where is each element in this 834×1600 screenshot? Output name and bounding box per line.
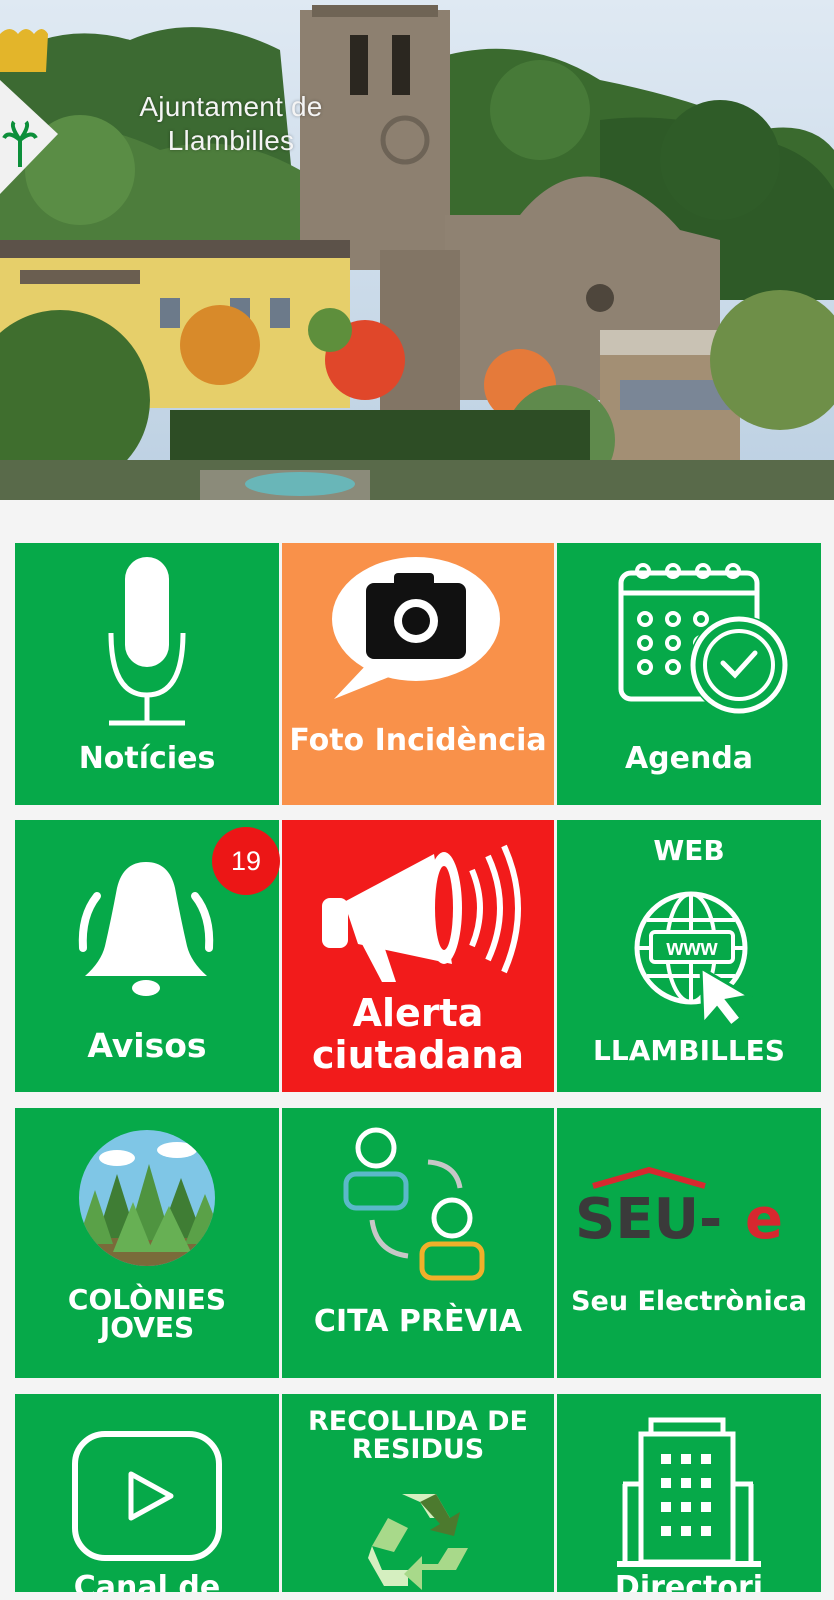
tile-agenda-label: Agenda [624, 741, 754, 776]
www-globe-cursor-icon: www [634, 891, 754, 1029]
app-title: Ajuntament de Llambilles [116, 90, 346, 158]
recollida-line-2: RESIDUS [351, 1434, 485, 1465]
tile-cita-previa[interactable]: CITA PRÈVIA [282, 1108, 554, 1378]
tile-avisos-label: Avisos [87, 1026, 207, 1065]
calendar-clock-icon [618, 563, 789, 715]
building-icon [617, 1417, 761, 1567]
bell-icon [78, 862, 214, 996]
microphone-icon [108, 557, 186, 726]
notification-badge: 19 [212, 827, 280, 895]
colonies-line-1: COLÒNIES [67, 1283, 227, 1316]
tile-alerta-ciutadana[interactable]: Alerta ciutadana [282, 820, 554, 1092]
tile-alerta-label: Alerta ciutadana [282, 992, 554, 1076]
tile-noticies-label: Notícies [78, 741, 216, 776]
village-church-photo [0, 0, 834, 500]
title-line-1: Ajuntament de [139, 91, 323, 122]
seu-logo-text: SEU- [575, 1187, 722, 1244]
colonies-line-2: JOVES [99, 1311, 195, 1344]
camera-speech-icon [332, 557, 500, 699]
people-exchange-icon [343, 1127, 485, 1281]
recollida-line-1: RECOLLIDA DE [307, 1406, 529, 1437]
play-video-icon [72, 1431, 222, 1561]
megaphone-icon [322, 844, 521, 982]
alerta-line-2: ciutadana [312, 1033, 524, 1077]
tile-cita-previa-label: CITA PRÈVIA [313, 1304, 523, 1339]
tile-directori[interactable]: Directori [557, 1394, 821, 1600]
tile-seu-electronica[interactable]: SEU- e Seu Electrònica [557, 1108, 821, 1378]
forest-icon [79, 1130, 215, 1266]
tile-web-bottom-label: LLAMBILLES [593, 1034, 785, 1067]
tile-canal[interactable]: Canal de [15, 1394, 279, 1600]
tile-seu-electronica-label: Seu Electrònica [571, 1286, 807, 1317]
tile-noticies[interactable]: Notícies [15, 543, 279, 805]
tile-foto-incidencia-label: Foto Incidència [289, 723, 547, 758]
bottom-edge [0, 1592, 834, 1600]
tile-web-llambilles[interactable]: WEB www LLAMBILLES [557, 820, 821, 1092]
www-text: www [665, 935, 718, 960]
tile-foto-incidencia[interactable]: Foto Incidència [282, 543, 554, 805]
tile-agenda[interactable]: Agenda [557, 543, 821, 805]
coat-of-arms-icon [0, 29, 58, 194]
alerta-line-1: Alerta [352, 991, 484, 1035]
tile-recollida-residus[interactable]: RECOLLIDA DE RESIDUS [282, 1394, 554, 1600]
tile-colonies-joves[interactable]: COLÒNIES JOVES [15, 1108, 279, 1378]
recycle-icon [368, 1494, 468, 1590]
seu-e-logo: SEU- e [575, 1166, 783, 1244]
tile-web-top-label: WEB [653, 834, 725, 867]
tile-colonies-label: COLÒNIES JOVES [15, 1286, 279, 1342]
seu-logo-e: e [745, 1187, 783, 1244]
header-photo: Ajuntament de Llambilles [0, 0, 834, 500]
tile-recollida-label: RECOLLIDA DE RESIDUS [282, 1408, 554, 1464]
title-line-2: Llambilles [167, 125, 295, 156]
